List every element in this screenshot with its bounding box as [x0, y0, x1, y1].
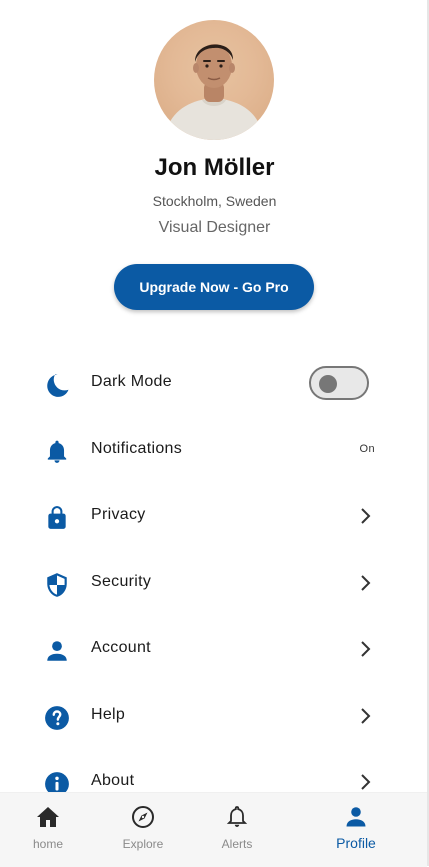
nav-item-home[interactable]: home	[8, 793, 88, 867]
settings-item-label: Security	[91, 573, 152, 590]
moon-icon	[44, 372, 70, 398]
person-icon	[44, 638, 70, 664]
avatar	[154, 20, 274, 140]
lock-icon	[44, 505, 70, 531]
dark-mode-toggle[interactable]	[309, 366, 369, 400]
nav-item-alerts[interactable]: Alerts	[197, 793, 277, 867]
shield-icon	[44, 572, 70, 598]
nav-label: home	[32, 837, 64, 851]
settings-item-notifications[interactable]: Notifications On	[0, 418, 429, 484]
profile-role: Visual Designer	[158, 219, 271, 236]
settings-item-label: Help	[91, 706, 126, 723]
chevron-right-icon	[359, 772, 373, 792]
settings-item-label: Dark Mode	[91, 373, 172, 390]
settings-item-label: Account	[91, 639, 151, 656]
nav-item-profile[interactable]: Profile	[316, 793, 396, 867]
nav-label: Explore	[122, 837, 164, 851]
chevron-right-icon	[359, 573, 373, 593]
settings-item-label: Privacy	[91, 506, 146, 523]
bottom-nav: home Explore Alerts Profile	[0, 792, 427, 867]
person-icon	[344, 805, 368, 829]
home-icon	[36, 805, 60, 829]
settings-item-account[interactable]: Account	[0, 617, 429, 683]
nav-item-explore[interactable]: Explore	[103, 793, 183, 867]
notifications-status: On	[359, 443, 375, 455]
upgrade-button[interactable]: Upgrade Now - Go Pro	[114, 264, 314, 310]
nav-label: Alerts	[221, 837, 253, 851]
compass-icon	[131, 805, 155, 829]
settings-item-help[interactable]: Help	[0, 684, 429, 750]
toggle-knob	[319, 375, 337, 393]
settings-item-privacy[interactable]: Privacy	[0, 484, 429, 550]
profile-name: Jon Möller	[154, 154, 275, 181]
settings-item-label: Notifications	[91, 440, 183, 457]
help-icon	[44, 705, 70, 731]
settings-item-label: About	[91, 772, 135, 789]
chevron-right-icon	[359, 506, 373, 526]
profile-location: Stockholm, Sweden	[152, 193, 277, 209]
settings-item-security[interactable]: Security	[0, 551, 429, 617]
chevron-right-icon	[359, 706, 373, 726]
chevron-right-icon	[359, 639, 373, 659]
bell-icon	[44, 439, 70, 465]
bell-icon	[225, 805, 249, 829]
nav-label: Profile	[336, 835, 376, 851]
